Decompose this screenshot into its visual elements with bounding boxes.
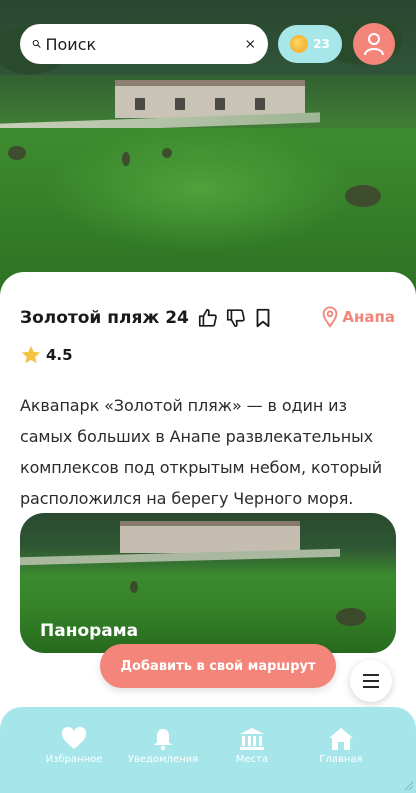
place-title-row: Золотой пляж 24 bbox=[20, 304, 279, 332]
hamburger-icon bbox=[363, 674, 379, 688]
place-description: Аквапарк «Золотой пляж» — в один из самы… bbox=[20, 396, 383, 508]
add-to-route-button[interactable]: Добавить в свой маршрут bbox=[100, 644, 336, 688]
dislike-icon[interactable] bbox=[225, 307, 247, 329]
location-city: Анапа bbox=[342, 308, 395, 326]
bottom-nav: Избранное Уведомления Места Главная bbox=[0, 707, 416, 793]
nav-label: Главная bbox=[319, 754, 363, 765]
coin-icon bbox=[290, 35, 309, 53]
coins-badge[interactable]: 23 bbox=[278, 25, 342, 63]
location-pin-icon bbox=[323, 306, 338, 328]
rating: 4.5 bbox=[20, 344, 73, 366]
panorama-house bbox=[120, 521, 300, 553]
nav-item-notifications[interactable]: Уведомления bbox=[118, 727, 208, 765]
close-icon[interactable] bbox=[245, 34, 256, 54]
nav-label: Уведомления bbox=[127, 754, 199, 765]
like-icon[interactable] bbox=[197, 307, 219, 329]
resize-grip-icon[interactable] bbox=[402, 779, 414, 791]
rating-value: 4.5 bbox=[46, 346, 73, 364]
heart-icon bbox=[61, 727, 87, 749]
nav-item-home[interactable]: Главная bbox=[296, 727, 386, 765]
place-title: Золотой пляж 24 bbox=[20, 308, 189, 328]
bell-icon bbox=[154, 729, 172, 751]
star-icon bbox=[21, 345, 41, 364]
panorama-label: Панорама bbox=[40, 621, 139, 641]
hero-house bbox=[115, 80, 305, 118]
menu-button[interactable] bbox=[350, 660, 392, 702]
user-icon bbox=[364, 33, 384, 56]
profile-button[interactable] bbox=[353, 23, 395, 65]
nav-label: Места bbox=[235, 754, 269, 765]
search-icon bbox=[32, 39, 41, 48]
nav-label: Избранное bbox=[45, 754, 103, 765]
search-bar[interactable] bbox=[20, 24, 268, 64]
panorama-card[interactable]: Панорама bbox=[20, 513, 396, 653]
museum-icon bbox=[240, 728, 264, 750]
nav-item-places[interactable]: Места bbox=[207, 727, 297, 765]
nav-item-favorites[interactable]: Избранное bbox=[29, 727, 119, 765]
coins-count: 23 bbox=[313, 37, 330, 51]
location[interactable]: Анапа bbox=[321, 306, 395, 328]
bookmark-icon[interactable] bbox=[253, 307, 273, 329]
search-input[interactable] bbox=[45, 34, 246, 54]
home-icon bbox=[329, 728, 353, 750]
